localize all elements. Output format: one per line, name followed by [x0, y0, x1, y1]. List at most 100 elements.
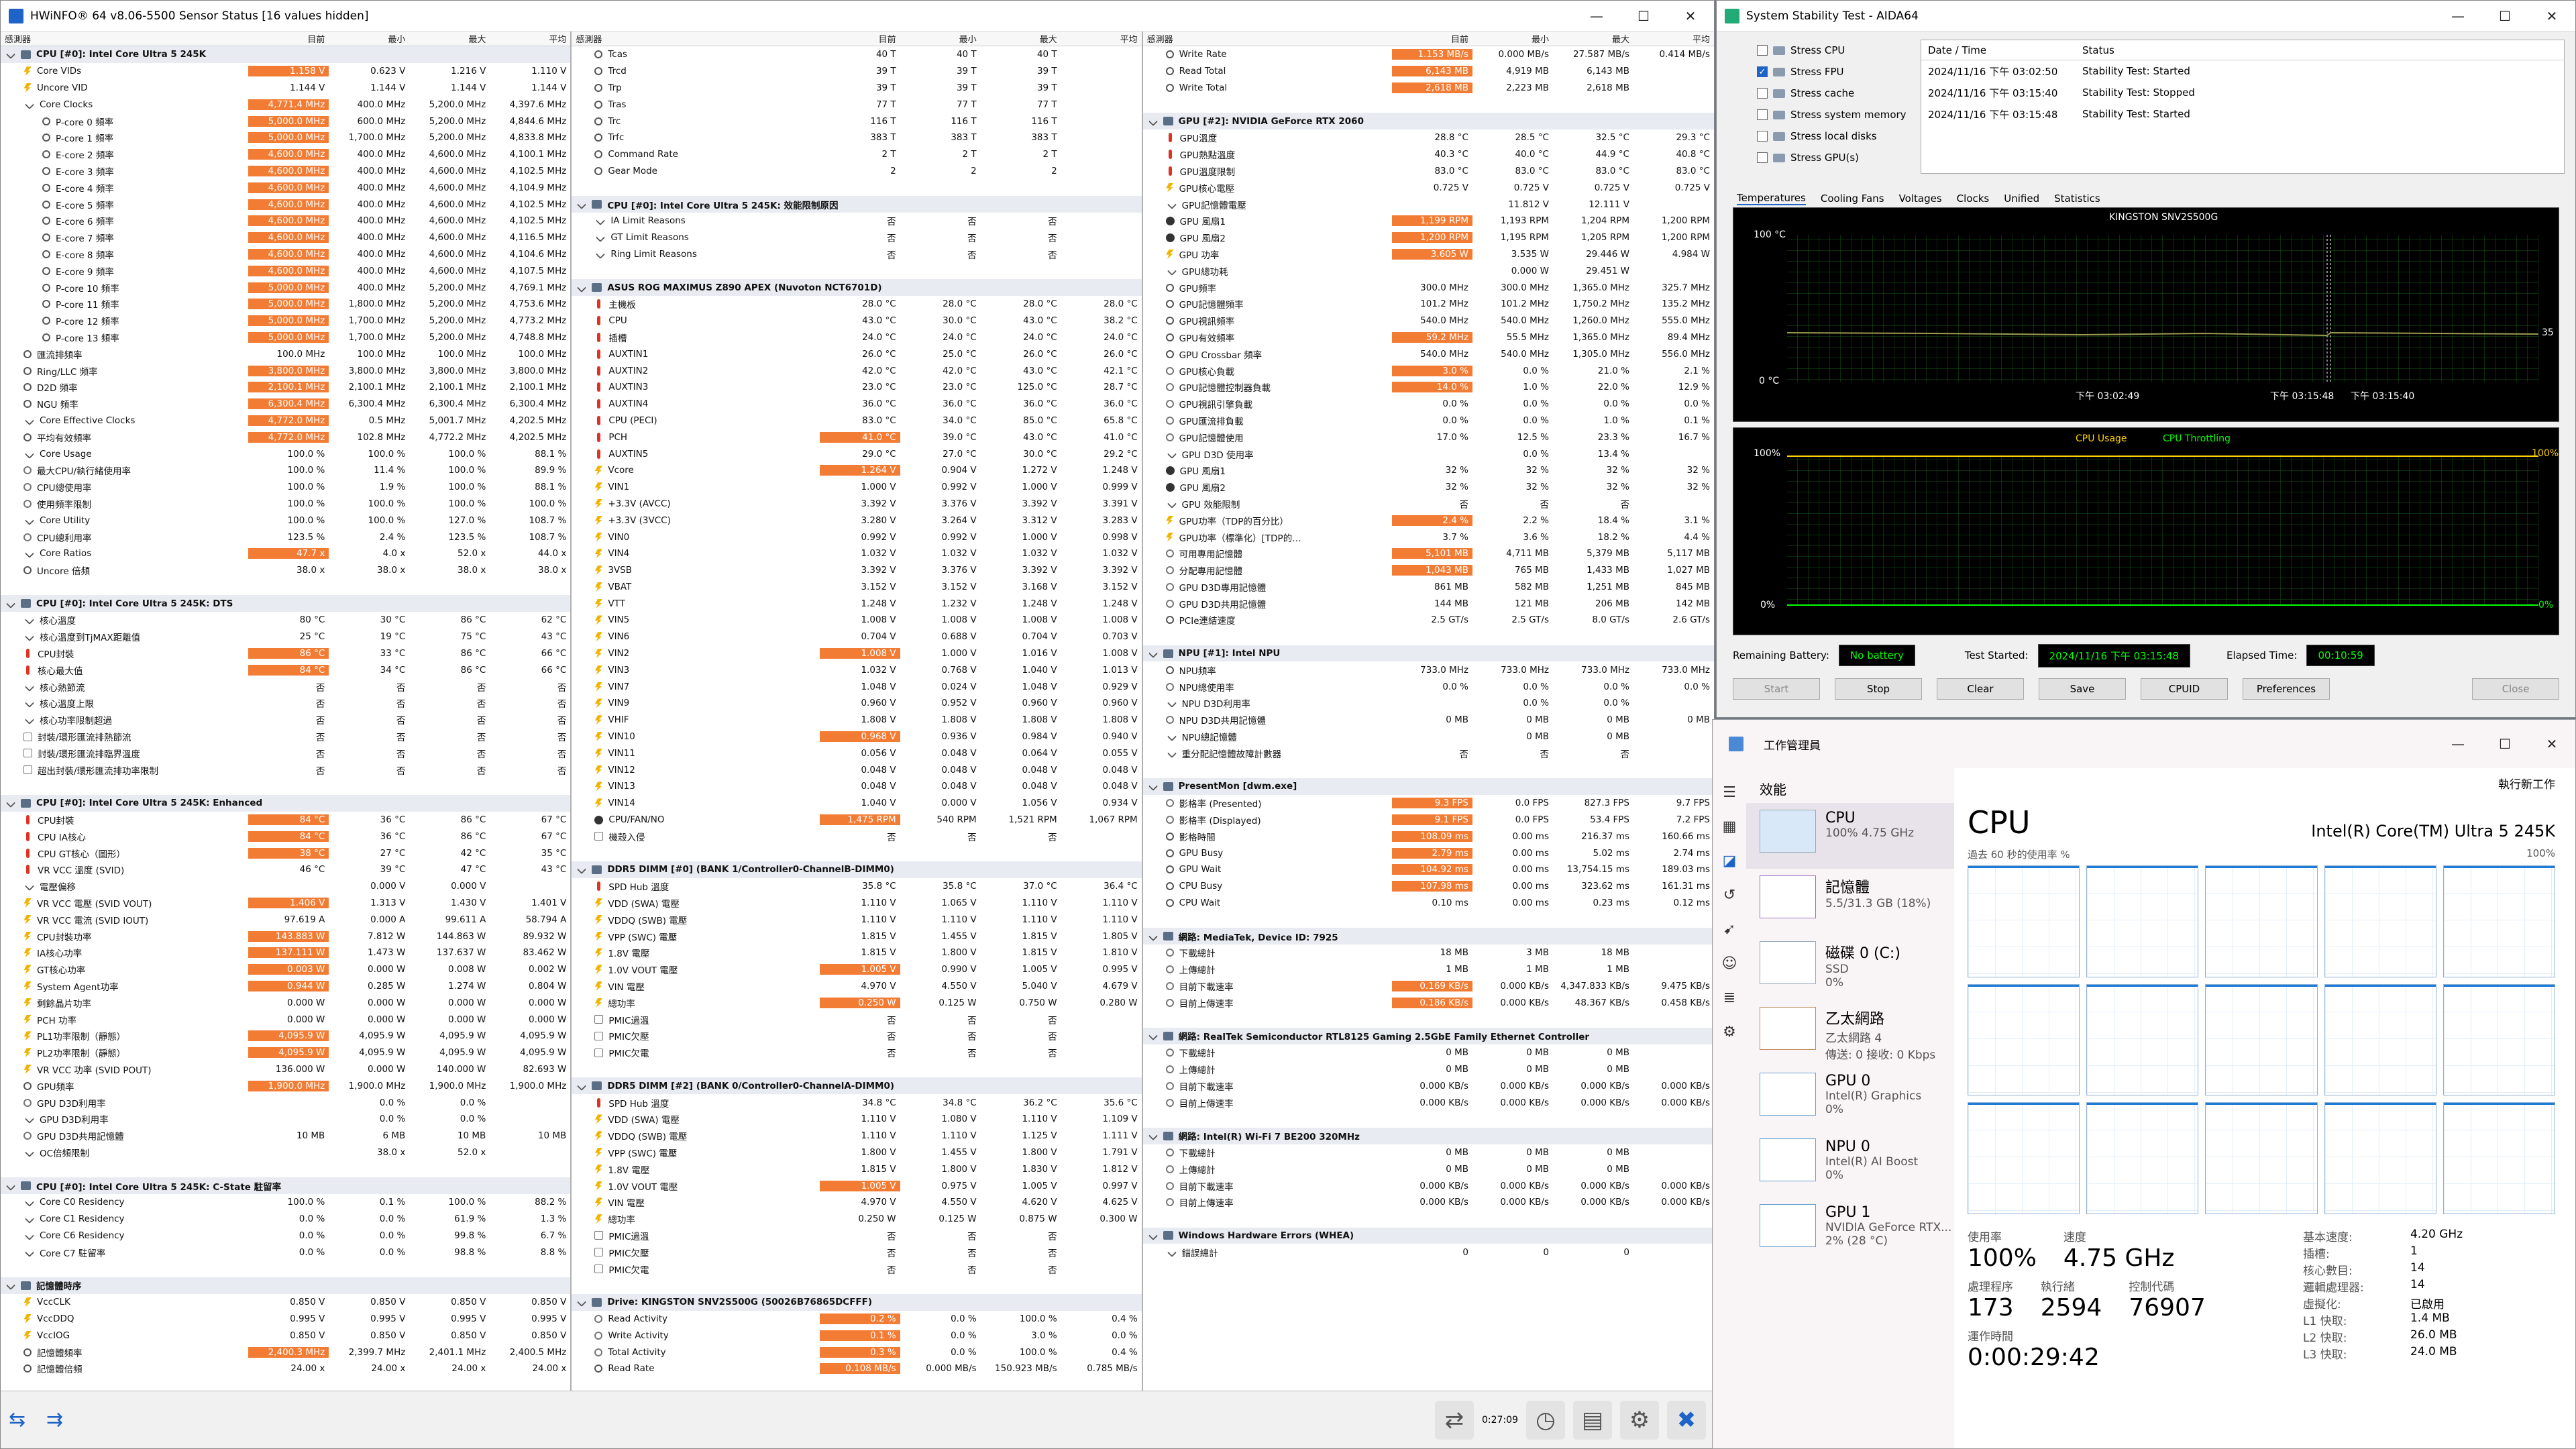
sensor-row[interactable]: VPP (SWC) 電壓 1.815 V 1.455 V 1.815 V 1.805 V: [572, 928, 1141, 945]
sensor-row[interactable]: Write Total 2,618 MB 2,223 MB 2,618 MB: [1143, 80, 1714, 97]
sensor-row[interactable]: 匯流排頻率 100.0 MHz 100.0 MHz 100.0 MHz 100.0 MH…: [1, 345, 570, 362]
sensor-group-header[interactable]: CPU [#0]: Intel Core Ultra 5 245K: C-Sta…: [1, 1177, 571, 1194]
details-icon[interactable]: ≣: [1723, 989, 1735, 1006]
sensor-row[interactable]: VBAT 3.152 V 3.152 V 3.168 V 3.152 V: [572, 579, 1141, 596]
sensor-row[interactable]: GPU D3D 使用率 0.0 % 13.4 %: [1143, 445, 1714, 462]
sensor-row[interactable]: NPU D3D利用率 0.0 % 0.0 %: [1143, 695, 1714, 712]
sensor-group-header[interactable]: DDR5 DIMM [#0] (BANK 1/Controller0-Chann…: [572, 861, 1142, 878]
sensor-row[interactable]: Uncore VID 1.144 V 1.144 V 1.144 V 1.144 V: [1, 80, 570, 97]
sensor-row[interactable]: Trcd 39 T 39 T 39 T: [572, 63, 1141, 80]
sensor-row[interactable]: Core C7 駐留率 0.0 % 0.0 % 98.8 % 8.8 %: [1, 1244, 570, 1260]
chevron-down-icon[interactable]: [577, 1081, 587, 1091]
sensor-row[interactable]: Core Ratios 47.7 x 4.0 x 52.0 x 44.0 x: [1, 545, 570, 562]
tab-clocks[interactable]: Clocks: [1957, 193, 1990, 205]
sensor-row[interactable]: OC倍頻限制 38.0 x 52.0 x: [1, 1144, 570, 1161]
sensor-row[interactable]: 核心溫度到TjMAX距離值 25 °C 19 °C 75 °C 43 °C: [1, 629, 570, 645]
stress-checkbox[interactable]: [1757, 131, 1768, 142]
sensor-row[interactable]: GPU總功耗 0.000 W 29.451 W: [1143, 262, 1714, 279]
sensor-row[interactable]: GPU頻率 1,900.0 MHz 1,900.0 MHz 1,900.0 MHz 1,…: [1, 1077, 570, 1094]
sensor-row[interactable]: CPU封裝 86 °C 33 °C 86 °C 66 °C: [1, 645, 570, 662]
sensor-row[interactable]: 1.8V 電壓 1.815 V 1.800 V 1.830 V 1.812 V: [572, 1161, 1141, 1177]
sensor-row[interactable]: VIN 電壓 4.970 V 4.550 V 4.620 V 4.625 V: [572, 1194, 1141, 1211]
services-icon[interactable]: ⚙: [1723, 1024, 1736, 1040]
sensor-group-header[interactable]: DDR5 DIMM [#2] (BANK 0/Controller0-Chann…: [572, 1077, 1142, 1095]
sensor-row[interactable]: CPU GT核心（圖形） 38 °C 27 °C 42 °C 35 °C: [1, 845, 570, 861]
sensor-row[interactable]: 上傳總計 0 MB 0 MB 0 MB: [1143, 1161, 1714, 1177]
sensor-row[interactable]: VIN 電壓 4.970 V 4.550 V 5.040 V 4.679 V: [572, 978, 1141, 995]
sensor-row[interactable]: 下載總計 18 MB 3 MB 18 MB: [1143, 945, 1714, 961]
chevron-down-icon[interactable]: [1148, 1230, 1158, 1241]
sensor-row[interactable]: P-core 13 頻率 5,000.0 MHz 1,700.0 MHz 5,200.…: [1, 329, 570, 346]
arrow-right-icon[interactable]: ⇉: [46, 1408, 76, 1432]
clear-button[interactable]: Clear: [1937, 678, 2024, 700]
close-button[interactable]: ✕: [2528, 720, 2575, 768]
sensor-row[interactable]: Read Activity 0.2 % 0.0 % 100.0 % 0.4 %: [572, 1311, 1141, 1328]
stress-option[interactable]: Stress cache: [1733, 83, 1921, 104]
sensor-row[interactable]: Command Rate 2 T2 T2 T: [572, 146, 1141, 163]
sensor-row[interactable]: GPU核心負載 3.0 % 0.0 % 21.0 % 2.1 %: [1143, 362, 1714, 379]
sensor-row[interactable]: VIN11 0.056 V 0.048 V 0.064 V 0.055 V: [572, 745, 1141, 761]
sensor-row[interactable]: 封裝/環形匯流排臨界溫度否否否否: [1, 745, 570, 761]
perf-item[interactable]: 乙太網路 乙太網路 4 傳送: 0 接收: 0 Kbps: [1746, 1000, 1954, 1066]
sensor-row[interactable]: GPU 功率 3.605 W 3.535 W 29.446 W 4.984 W: [1143, 246, 1714, 263]
stress-checkbox[interactable]: [1757, 45, 1768, 56]
sensor-row[interactable]: CPU總使用率 100.0 % 1.9 % 100.0 % 88.1 %: [1, 479, 570, 496]
sensor-row[interactable]: PMIC過溫否否否: [572, 1228, 1141, 1244]
sensor-row[interactable]: PMIC欠壓否否否: [572, 1028, 1141, 1044]
sensor-row[interactable]: CPU封裝功率 143.883 W 7.812 W 144.863 W 89.932 W: [1, 928, 570, 945]
sensor-row[interactable]: GPU核心電壓 0.725 V 0.725 V 0.725 V 0.725 V: [1143, 179, 1714, 196]
tab-cooling-fans[interactable]: Cooling Fans: [1821, 193, 1884, 205]
sensor-row[interactable]: GPU 風扇1 32 % 32 % 32 % 32 %: [1143, 462, 1714, 479]
sensor-row[interactable]: 記憶體頻率 2,400.3 MHz 2,399.7 MHz 2,401.1 MHz 2,…: [1, 1344, 570, 1360]
sensor-row[interactable]: GPU視訊頻率 540.0 MHz 540.0 MHz 1,260.0 MHz 555.…: [1143, 313, 1714, 329]
sensor-row[interactable]: GPU Crossbar 頻率 540.0 MHz 540.0 MHz 1,305.0…: [1143, 345, 1714, 362]
sensor-row[interactable]: VIN10 0.968 V 0.936 V 0.984 V 0.940 V: [572, 729, 1141, 745]
sensor-row[interactable]: GPU功率（TDP的百分比） 2.4 % 2.2 % 18.4 % 3.1 %: [1143, 512, 1714, 529]
sensor-row[interactable]: VIN0 0.992 V 0.992 V 1.000 V 0.998 V: [572, 529, 1141, 545]
sensor-row[interactable]: 主機板 28.0 °C 28.0 °C 28.0 °C 28.0 °C: [572, 296, 1141, 313]
start-button[interactable]: Start: [1733, 678, 1820, 700]
stress-checkbox[interactable]: [1757, 88, 1768, 99]
sensor-row[interactable]: CPU/FAN/NO 1,475 RPM 540 RPM 1,521 RPM 1,067…: [572, 812, 1141, 828]
perf-item[interactable]: 記憶體 5.5/31.3 GB (18%): [1746, 869, 1954, 934]
sensor-row[interactable]: Ring/LLC 頻率 3,800.0 MHz 3,800.0 MHz 3,800.0…: [1, 362, 570, 379]
sensor-row[interactable]: 最大CPU/執行緒使用率 100.0 % 11.4 % 100.0 % 89.9 %: [1, 462, 570, 479]
sensor-row[interactable]: VDD (SWA) 電壓 1.110 V 1.065 V 1.110 V 1.110 V: [572, 895, 1141, 912]
sensor-row[interactable]: Core C6 Residency 0.0 % 0.0 % 99.8 % 6.7 %: [1, 1228, 570, 1244]
sensor-row[interactable]: PCH 41.0 °C 39.0 °C 43.0 °C 41.0 °C: [572, 429, 1141, 445]
sensor-row[interactable]: GPU D3D利用率 0.0 % 0.0 %: [1, 1111, 570, 1128]
minimize-button[interactable]: —: [2434, 1, 2481, 31]
tab-temperatures[interactable]: Temperatures: [1737, 192, 1806, 205]
sensor-row[interactable]: E-core 5 頻率 4,600.0 MHz 400.0 MHz 4,600.0 M…: [1, 196, 570, 213]
preferences-button[interactable]: Preferences: [2243, 678, 2330, 700]
sensor-row[interactable]: Trc 116 T 116 T 116 T: [572, 113, 1141, 129]
users-icon[interactable]: ☺: [1722, 955, 1737, 972]
perf-item[interactable]: NPU 0 Intel(R) AI Boost 0%: [1746, 1132, 1954, 1197]
sensor-row[interactable]: GPU 風扇2 1,200 RPM 1,195 RPM 1,205 RPM 1,200 …: [1143, 229, 1714, 246]
sensor-row[interactable]: NPU D3D共用記憶體 0 MB 0 MB 0 MB 0 MB: [1143, 712, 1714, 729]
sensor-row[interactable]: AUXTIN5 29.0 °C 27.0 °C 30.0 °C 29.2 °C: [572, 445, 1141, 462]
sensor-row[interactable]: 目前下載速率 0.000 KB/s 0.000 KB/s 0.000 KB/s 0.00…: [1143, 1077, 1714, 1094]
stress-option[interactable]: Stress local disks: [1733, 125, 1921, 147]
sensor-row[interactable]: E-core 7 頻率 4,600.0 MHz 400.0 MHz 4,600.0 M…: [1, 229, 570, 246]
sensor-row[interactable]: 核心最大值 84 °C 34 °C 86 °C 66 °C: [1, 661, 570, 678]
sensor-row[interactable]: NPU頻率 733.0 MHz 733.0 MHz 733.0 MHz 733.0 MH…: [1143, 661, 1714, 678]
sensor-row[interactable]: E-core 2 頻率 4,600.0 MHz 400.0 MHz 4,600.0 M…: [1, 146, 570, 163]
sensor-row[interactable]: CPU 43.0 °C 30.0 °C 43.0 °C 38.2 °C: [572, 313, 1141, 329]
sensor-row[interactable]: AUXTIN3 23.0 °C 23.0 °C 125.0 °C 28.7 °C: [572, 379, 1141, 396]
sensor-row[interactable]: VIN12 0.048 V 0.048 V 0.048 V 0.048 V: [572, 761, 1141, 778]
sensor-row[interactable]: P-core 10 頻率 5,000.0 MHz 400.0 MHz 5,200.0 …: [1, 279, 570, 296]
sensor-row[interactable]: Write Activity 0.1 % 0.0 % 3.0 % 0.0 %: [572, 1327, 1141, 1344]
sensor-row[interactable]: AUXTIN2 42.0 °C 42.0 °C 43.0 °C 42.1 °C: [572, 362, 1141, 379]
sensor-row[interactable]: GPU頻率 300.0 MHz 300.0 MHz 1,365.0 MHz 325.7 …: [1143, 279, 1714, 296]
sensor-row[interactable]: 1.8V 電壓 1.815 V 1.800 V 1.815 V 1.810 V: [572, 945, 1141, 961]
sensor-row[interactable]: VccCLK 0.850 V 0.850 V 0.850 V 0.850 V: [1, 1294, 570, 1311]
sensor-row[interactable]: GPU記憶體控制器負載 14.0 % 1.0 % 22.0 % 12.9 %: [1143, 379, 1714, 396]
chevron-down-icon[interactable]: [577, 282, 587, 292]
sensor-row[interactable]: VIN1 1.000 V 0.992 V 1.000 V 0.999 V: [572, 479, 1141, 496]
stress-option[interactable]: Stress GPU(s): [1733, 147, 1921, 168]
sensor-row[interactable]: GPU熱點溫度 40.3 °C 40.0 °C 44.9 °C 40.8 °C: [1143, 146, 1714, 163]
sensor-row[interactable]: Vcore 1.264 V 0.904 V 1.272 V 1.248 V: [572, 462, 1141, 479]
close-button[interactable]: ✕: [2528, 1, 2575, 31]
sensor-row[interactable]: 剩餘晶片功率 0.000 W 0.000 W 0.000 W 0.000 W: [1, 994, 570, 1011]
